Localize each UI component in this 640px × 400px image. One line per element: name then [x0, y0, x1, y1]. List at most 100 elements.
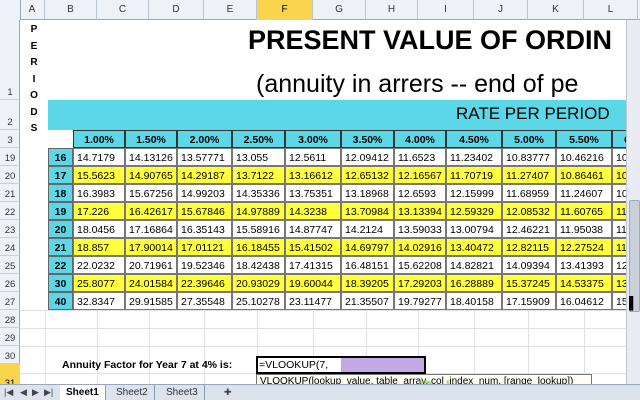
value-cell[interactable]: 11.6523: [394, 148, 446, 166]
rate-header-cell[interactable]: 3.50%: [341, 130, 394, 148]
value-cell[interactable]: 17.41315: [285, 256, 341, 274]
rate-header-cell[interactable]: 5.50%: [556, 130, 612, 148]
row-header[interactable]: 20: [0, 166, 20, 184]
row-header[interactable]: 25: [0, 256, 20, 274]
value-cell[interactable]: 14.29187: [177, 166, 232, 184]
value-cell[interactable]: 16.48151: [341, 256, 394, 274]
column-header-g[interactable]: G: [313, 0, 366, 20]
last-sheet-arrow-icon[interactable]: ▶|: [44, 387, 53, 398]
row-header[interactable]: 30: [0, 346, 20, 364]
column-header-h[interactable]: H: [366, 0, 418, 20]
value-cell[interactable]: 20.71961: [125, 256, 177, 274]
value-cell[interactable]: 12.27524: [556, 238, 612, 256]
row-header[interactable]: 24: [0, 238, 20, 256]
next-sheet-arrow-icon[interactable]: ▶: [32, 387, 39, 398]
rate-header-cell[interactable]: 4.00%: [394, 130, 446, 148]
sheet-tab[interactable]: Sheet1: [60, 385, 106, 400]
value-cell[interactable]: 10.46216: [556, 148, 612, 166]
sheet-tab[interactable]: Sheet2: [110, 385, 155, 400]
value-cell[interactable]: 17.01121: [177, 238, 232, 256]
value-cell[interactable]: 14.35336: [232, 184, 285, 202]
value-cell[interactable]: 15.5623: [73, 166, 125, 184]
value-cell[interactable]: 14.09394: [502, 256, 556, 274]
value-cell[interactable]: 11.95038: [556, 220, 612, 238]
row-header[interactable]: 29: [0, 328, 20, 346]
value-cell[interactable]: 15.67846: [177, 202, 232, 220]
value-cell[interactable]: 13.18968: [341, 184, 394, 202]
value-cell[interactable]: 32.8347: [73, 292, 125, 310]
rate-header-cell[interactable]: 5.00%: [502, 130, 556, 148]
value-cell[interactable]: 20.93029: [232, 274, 285, 292]
column-header-a[interactable]: A: [20, 0, 45, 20]
row-header[interactable]: 2: [0, 100, 20, 130]
value-cell[interactable]: 17.90014: [125, 238, 177, 256]
value-cell[interactable]: 13.13394: [394, 202, 446, 220]
value-cell[interactable]: 17.29203: [394, 274, 446, 292]
value-cell[interactable]: 14.53375: [556, 274, 612, 292]
column-header-d[interactable]: D: [149, 0, 204, 20]
row-header[interactable]: 26: [0, 274, 20, 292]
value-cell[interactable]: 14.13126: [125, 148, 177, 166]
value-cell[interactable]: 18.40158: [446, 292, 502, 310]
row-header[interactable]: 21: [0, 184, 20, 202]
value-cell[interactable]: 14.90765: [125, 166, 177, 184]
value-cell[interactable]: 13.16612: [285, 166, 341, 184]
value-cell[interactable]: 12.15999: [446, 184, 502, 202]
value-cell[interactable]: 17.226: [73, 202, 125, 220]
value-cell[interactable]: 11.24607: [556, 184, 612, 202]
value-cell[interactable]: 11.60765: [556, 202, 612, 220]
rate-header-cell[interactable]: 1.50%: [125, 130, 177, 148]
period-cell[interactable]: 20: [48, 220, 73, 238]
period-cell[interactable]: 19: [48, 202, 73, 220]
rate-header-cell[interactable]: 2.00%: [177, 130, 232, 148]
value-cell[interactable]: 19.60044: [285, 274, 341, 292]
rate-header-cell[interactable]: 3.00%: [285, 130, 341, 148]
value-cell[interactable]: 17.16864: [125, 220, 177, 238]
value-cell[interactable]: 16.42617: [125, 202, 177, 220]
value-cell[interactable]: 10.83777: [502, 148, 556, 166]
row-header[interactable]: 22: [0, 202, 20, 220]
value-cell[interactable]: 18.0456: [73, 220, 125, 238]
column-header-i[interactable]: I: [418, 0, 474, 20]
value-cell[interactable]: 29.91585: [125, 292, 177, 310]
value-cell[interactable]: 16.3983: [73, 184, 125, 202]
value-cell[interactable]: 12.65132: [341, 166, 394, 184]
value-cell[interactable]: 11.70719: [446, 166, 502, 184]
row-header[interactable]: 27: [0, 292, 20, 310]
column-header-l[interactable]: L: [584, 0, 638, 20]
value-cell[interactable]: 12.82115: [502, 238, 556, 256]
row-header[interactable]: 1: [0, 20, 20, 100]
column-header-e[interactable]: E: [204, 0, 257, 20]
period-cell[interactable]: 21: [48, 238, 73, 256]
value-cell[interactable]: 23.11477: [285, 292, 341, 310]
value-cell[interactable]: 13.75351: [285, 184, 341, 202]
row-header[interactable]: 3: [0, 130, 20, 148]
value-cell[interactable]: 24.01584: [125, 274, 177, 292]
value-cell[interactable]: 13.59033: [394, 220, 446, 238]
value-cell[interactable]: 22.0232: [73, 256, 125, 274]
value-cell[interactable]: 17.15909: [502, 292, 556, 310]
period-cell[interactable]: 40: [48, 292, 73, 310]
value-cell[interactable]: 16.35143: [177, 220, 232, 238]
prev-sheet-arrow-icon[interactable]: ◀: [20, 387, 27, 398]
value-cell[interactable]: 19.52346: [177, 256, 232, 274]
period-cell[interactable]: 18: [48, 184, 73, 202]
column-header-c[interactable]: C: [97, 0, 149, 20]
value-cell[interactable]: 14.82821: [446, 256, 502, 274]
row-header[interactable]: 23: [0, 220, 20, 238]
value-cell[interactable]: 21.35507: [341, 292, 394, 310]
period-cell[interactable]: 22: [48, 256, 73, 274]
value-cell[interactable]: 15.62208: [394, 256, 446, 274]
rate-header-cell[interactable]: 4.50%: [446, 130, 502, 148]
value-cell[interactable]: 15.67256: [125, 184, 177, 202]
value-cell[interactable]: 12.5611: [285, 148, 341, 166]
value-cell[interactable]: 15.41502: [285, 238, 341, 256]
value-cell[interactable]: 14.87747: [285, 220, 341, 238]
value-cell[interactable]: 16.04612: [556, 292, 612, 310]
rate-header-cell[interactable]: 2.50%: [232, 130, 285, 148]
rate-header-cell[interactable]: 1.00%: [73, 130, 125, 148]
value-cell[interactable]: 12.46221: [502, 220, 556, 238]
value-cell[interactable]: 15.58916: [232, 220, 285, 238]
value-cell[interactable]: 14.69797: [341, 238, 394, 256]
value-cell[interactable]: 27.35548: [177, 292, 232, 310]
